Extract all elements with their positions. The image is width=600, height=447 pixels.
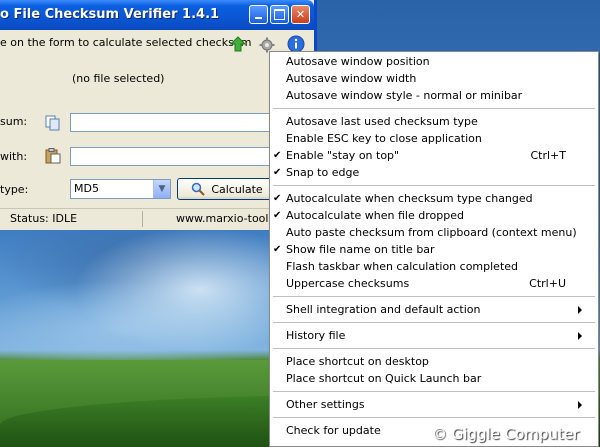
maximize-button[interactable] <box>270 5 289 24</box>
menu-separator <box>273 296 595 297</box>
title-bar[interactable]: o File Checksum Verifier 1.4.1 ✕ <box>0 0 314 30</box>
menu-item-auto-paste[interactable]: Auto paste checksum from clipboard (cont… <box>286 225 586 241</box>
magnifier-icon <box>192 182 206 196</box>
menu-separator <box>273 348 595 349</box>
calculate-label: Calculate <box>211 182 263 196</box>
submenu-arrow-icon <box>578 306 582 314</box>
menu-item-stay-on-top[interactable]: ✔ Enable "stay on top" Ctrl+T <box>273 148 586 164</box>
window-title: o File Checksum Verifier 1.4.1 <box>0 7 220 22</box>
menu-item-other-settings[interactable]: Other settings <box>286 397 586 413</box>
menu-item-enable-esc[interactable]: Enable ESC key to close application <box>286 131 586 147</box>
menu-item-snap-to-edge[interactable]: ✔ Snap to edge <box>273 165 586 181</box>
paste-icon[interactable] <box>45 148 61 164</box>
green-up-arrow-icon[interactable] <box>230 36 246 52</box>
check-icon: ✔ <box>273 150 282 161</box>
menu-item-history-file[interactable]: History file <box>286 328 586 344</box>
menu-separator <box>273 391 595 392</box>
website-link[interactable]: www.marxio-tools. <box>176 212 278 225</box>
minimize-button[interactable] <box>249 5 268 24</box>
menu-item-shell-integration[interactable]: Shell integration and default action <box>286 302 586 318</box>
check-icon: ✔ <box>273 210 282 221</box>
copy-icon[interactable] <box>45 115 61 131</box>
menu-item-autosave-style[interactable]: Autosave window style - normal or miniba… <box>286 88 586 104</box>
menu-item-flash-taskbar[interactable]: Flash taskbar when calculation completed <box>286 259 586 275</box>
compare-label: with: <box>0 150 28 163</box>
no-file-label: (no file selected) <box>72 72 165 85</box>
checksum-label: sum: <box>0 115 28 128</box>
menu-item-shortcut-quicklaunch[interactable]: Place shortcut on Quick Launch bar <box>286 371 586 387</box>
menu-separator <box>273 185 595 186</box>
menu-item-autosave-position[interactable]: Autosave window position <box>286 54 586 70</box>
maximize-icon <box>274 9 285 20</box>
status-text: Status: IDLE <box>10 212 78 225</box>
menu-separator <box>273 417 595 418</box>
checksum-type-value: MD5 <box>74 182 99 195</box>
menu-item-autocalc-file-dropped[interactable]: ✔ Autocalculate when file dropped <box>273 208 586 224</box>
check-icon: ✔ <box>273 167 282 178</box>
close-button[interactable]: ✕ <box>291 5 310 24</box>
menu-separator <box>273 322 595 323</box>
check-icon: ✔ <box>273 244 282 255</box>
status-divider <box>142 211 143 227</box>
shortcut-label: Ctrl+U <box>529 277 566 290</box>
menu-item-shortcut-desktop[interactable]: Place shortcut on desktop <box>286 354 586 370</box>
settings-context-menu: Autosave window position Autosave window… <box>269 51 599 447</box>
submenu-arrow-icon <box>578 401 582 409</box>
close-icon: ✕ <box>295 8 306 21</box>
menu-item-autosave-width[interactable]: Autosave window width <box>286 71 586 87</box>
submenu-arrow-icon <box>578 332 582 340</box>
minimize-icon <box>255 16 262 19</box>
menu-item-autocalc-type-changed[interactable]: ✔ Autocalculate when checksum type chang… <box>273 191 586 207</box>
menu-item-uppercase[interactable]: Uppercase checksums Ctrl+U <box>286 276 586 292</box>
status-bar: Status: IDLE www.marxio-tools. <box>0 208 314 229</box>
check-icon: ✔ <box>273 193 282 204</box>
chevron-down-icon[interactable]: ▼ <box>153 180 170 198</box>
type-label: type: <box>0 183 29 196</box>
menu-item-show-file-name[interactable]: ✔ Show file name on title bar <box>273 242 586 258</box>
menu-separator <box>273 108 595 109</box>
calculate-button[interactable]: Calculate <box>177 178 277 200</box>
shortcut-label: Ctrl+T <box>530 149 566 162</box>
checksum-type-select[interactable]: MD5 ▼ <box>70 179 171 199</box>
menu-item-autosave-checksum-type[interactable]: Autosave last used checksum type <box>286 114 586 130</box>
hint-text: e on the form to calculate selected chec… <box>0 36 252 49</box>
watermark: © Giggle Computer <box>432 425 580 443</box>
